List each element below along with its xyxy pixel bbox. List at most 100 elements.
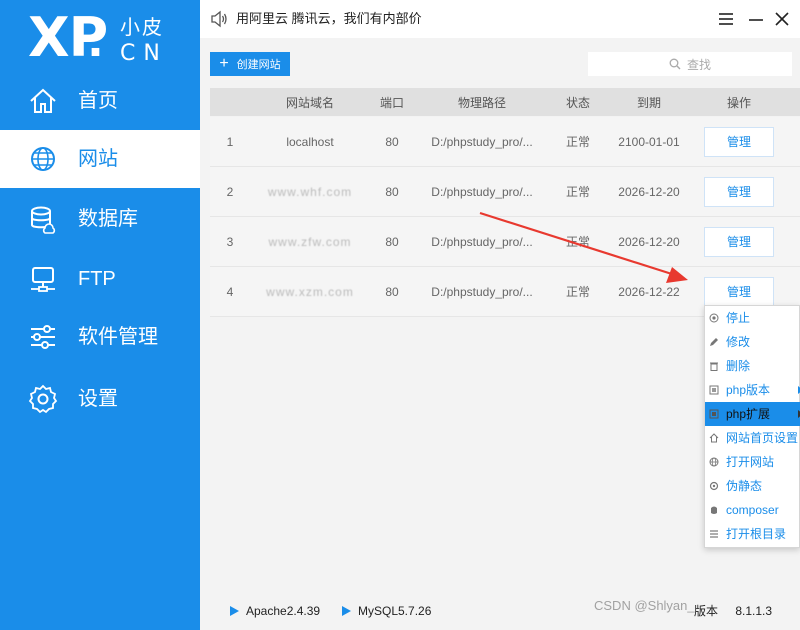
menu-item-label: 打开网站 (726, 455, 775, 469)
globe-small-icon (709, 457, 719, 467)
row-port: 80 (385, 284, 399, 299)
header-expire: 到期 (636, 95, 661, 110)
table-row[interactable]: 2 www.whf.com 80 D:/phpstudy_pro/... 正常 … (210, 167, 800, 217)
row-domain: www.whf.com (267, 184, 353, 199)
stop-icon (709, 313, 719, 323)
row-domain: www.xzm.com (266, 284, 354, 299)
menu-item-delete[interactable]: 删除 (705, 354, 800, 378)
service-mysql[interactable]: MySQL5.7.26 (342, 592, 431, 630)
menu-item-label: 打开根目录 (726, 527, 787, 541)
extension-icon (709, 409, 719, 419)
status-bar: Apache2.4.39 MySQL5.7.26 版本 8.1.1.3 (200, 592, 800, 630)
sidebar-item-settings[interactable]: 设置 (0, 370, 200, 428)
row-action-cell: 管理 (692, 217, 786, 266)
create-website-button[interactable]: + 创建网站 (210, 52, 290, 76)
sidebar-item-label: 首页 (78, 90, 118, 112)
menu-item-label: 修改 (726, 335, 751, 349)
sidebar: XP . 小皮 CN 首页 网站 数据库 FTP 软件管理 设置 (0, 0, 200, 630)
row-expire: 2100-01-01 (618, 134, 680, 149)
trash-icon (710, 362, 718, 371)
menu-item-label: php扩展 (726, 407, 771, 421)
promo-notice[interactable]: 用阿里云 腾讯云，我们有内部价 (236, 0, 422, 38)
sidebar-item-home[interactable]: 首页 (0, 72, 200, 130)
menu-item-edit[interactable]: 修改 (705, 330, 800, 354)
sidebar-item-website[interactable]: 网站 (0, 130, 200, 188)
menu-item-stop[interactable]: 停止 (705, 306, 800, 330)
app-logo: XP . 小皮 CN (28, 8, 188, 69)
search-placeholder: 查找 (686, 57, 711, 72)
row-status: 正常 (565, 135, 590, 149)
header-domain: 网站域名 (285, 95, 334, 110)
create-website-label: 创建网站 (236, 59, 281, 71)
menu-icon[interactable] (716, 9, 736, 29)
watermark: CSDN @Shlyan_ (594, 598, 695, 613)
table-row[interactable]: 3 www.zfw.com 80 D:/phpstudy_pro/... 正常 … (210, 217, 800, 267)
manage-button[interactable]: 管理 (704, 176, 774, 207)
manage-button[interactable]: 管理 (704, 226, 774, 257)
row-status: 正常 (565, 235, 590, 249)
row-port: 80 (385, 134, 399, 149)
home-small-icon (709, 433, 719, 443)
row-expire: 2026-12-20 (618, 234, 680, 249)
play-icon (230, 606, 239, 616)
version-number: 8.1.1.3 (735, 604, 773, 618)
menu-item-label: composer (726, 503, 779, 517)
service-apache[interactable]: Apache2.4.39 (230, 592, 320, 630)
header-path: 物理路径 (457, 95, 506, 110)
menu-item-php-version[interactable]: php版本 (705, 378, 800, 402)
php-icon (709, 385, 719, 395)
row-number: 1 (226, 134, 234, 149)
logo-small: 小皮 (120, 15, 164, 39)
service-label: Apache2.4.39 (246, 604, 321, 618)
row-port: 80 (385, 184, 399, 199)
speaker-icon (211, 10, 227, 28)
table-row[interactable]: 1 localhost 80 D:/phpstudy_pro/... 正常 21… (210, 117, 800, 167)
plus-icon: + (219, 55, 229, 72)
logo-dot: . (88, 8, 104, 68)
row-domain: www.zfw.com (268, 234, 352, 249)
menu-item-homepage-settings[interactable]: 网站首页设置 (705, 426, 800, 450)
search-input[interactable]: 查找 (588, 52, 792, 76)
manage-button[interactable]: 管理 (704, 126, 774, 157)
menu-item-open-website[interactable]: 打开网站 (705, 450, 800, 474)
folder-list-icon (710, 530, 718, 538)
close-icon[interactable] (772, 9, 792, 29)
row-port: 80 (385, 234, 399, 249)
context-menu: 停止 修改 删除 php版本 php扩展 网站首页设置 打开网站 伪静态 com… (704, 305, 800, 548)
row-number: 2 (226, 184, 234, 199)
manage-button[interactable]: 管理 (704, 276, 774, 307)
sidebar-item-software[interactable]: 软件管理 (0, 308, 200, 366)
menu-item-rewrite[interactable]: 伪静态 (705, 474, 800, 498)
sidebar-item-label: 网站 (78, 148, 118, 170)
menu-item-label: 删除 (726, 359, 751, 373)
rewrite-icon (709, 481, 719, 491)
menu-item-composer[interactable]: composer (705, 498, 800, 522)
row-expire: 2026-12-22 (618, 284, 680, 299)
menu-item-php-extension[interactable]: php扩展 (705, 402, 800, 426)
header-action: 操作 (726, 95, 751, 110)
menu-item-label: 停止 (726, 311, 751, 325)
row-status: 正常 (565, 185, 590, 199)
menu-item-label: 网站首页设置 (726, 431, 799, 445)
database-icon (31, 206, 56, 234)
sidebar-item-ftp[interactable]: FTP (0, 250, 200, 308)
row-status: 正常 (565, 285, 590, 299)
row-domain: localhost (286, 134, 334, 149)
sliders-icon (31, 325, 55, 349)
sidebar-item-label: 软件管理 (78, 326, 158, 348)
gear-icon (28, 384, 58, 414)
header-status: 状态 (565, 95, 590, 110)
menu-item-open-root[interactable]: 打开根目录 (705, 522, 800, 546)
sidebar-item-database[interactable]: 数据库 (0, 190, 200, 248)
play-icon (342, 606, 351, 616)
row-path: D:/phpstudy_pro/... (431, 134, 533, 149)
service-label: MySQL5.7.26 (358, 604, 432, 618)
row-expire: 2026-12-20 (618, 184, 680, 199)
row-action-cell: 管理 (692, 117, 786, 166)
sidebar-item-label: 设置 (78, 388, 118, 410)
sidebar-item-label: 数据库 (78, 208, 138, 230)
home-icon (30, 88, 56, 113)
minimize-icon[interactable] (746, 9, 766, 29)
menu-item-label: 伪静态 (726, 479, 763, 493)
row-action-cell: 管理 (692, 167, 786, 216)
